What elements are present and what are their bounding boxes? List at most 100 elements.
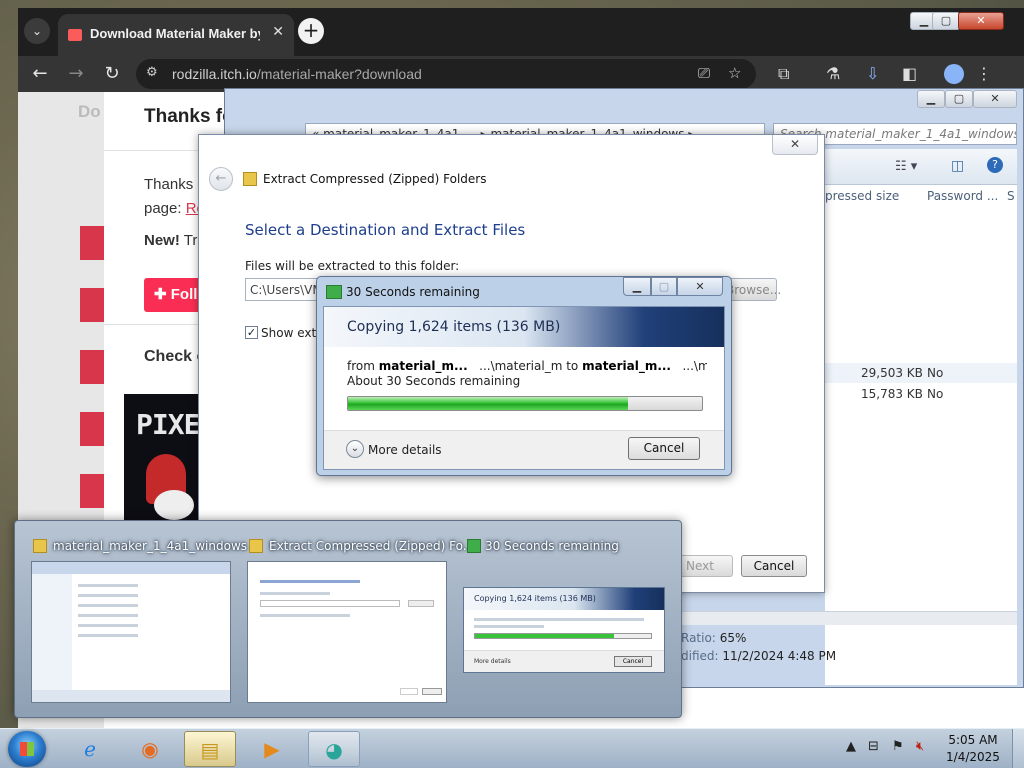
side-red-block bbox=[80, 288, 104, 322]
copy-close-button[interactable]: ✕ bbox=[677, 277, 723, 296]
copy-cancel-button[interactable]: Cancel bbox=[628, 437, 700, 460]
labs-flask-icon[interactable]: ⚗ bbox=[826, 64, 840, 83]
thumb-footer: More details Cancel bbox=[464, 650, 664, 672]
explorer-close-button[interactable]: ✕ bbox=[973, 90, 1017, 108]
thumb-row bbox=[78, 624, 138, 627]
view-options-icon[interactable]: ☷ ▾ bbox=[895, 159, 917, 174]
show-desktop-button[interactable] bbox=[1012, 729, 1024, 768]
copy-dialog-footer: ⌄ More details Cancel bbox=[324, 430, 724, 469]
side-red-block bbox=[80, 350, 104, 384]
copy-from-to: from material_m... ...\material_m to mat… bbox=[347, 359, 707, 373]
thumb-row bbox=[78, 594, 138, 597]
wizard-back-button[interactable]: ← bbox=[209, 167, 233, 191]
copy-thumbnail[interactable]: Copying 1,624 items (136 MB) More detail… bbox=[463, 587, 665, 673]
file-list bbox=[825, 185, 1017, 685]
help-icon[interactable]: ? bbox=[987, 157, 1003, 173]
side-red-block bbox=[80, 474, 104, 508]
media-player-icon[interactable]: ▶ bbox=[246, 731, 298, 767]
time-remaining: About 30 Seconds remaining bbox=[347, 374, 521, 388]
thumb-row bbox=[78, 604, 138, 607]
network-icon[interactable]: ⊟ bbox=[868, 739, 879, 754]
menu-dots-icon[interactable]: ⋮ bbox=[976, 64, 992, 83]
wizard-thumbnail[interactable] bbox=[247, 561, 447, 703]
thumb-next bbox=[400, 688, 418, 695]
internet-explorer-icon[interactable]: ℯ bbox=[64, 731, 116, 767]
tab-bar: ⌄ Download Material Maker by RodZilla ✕ … bbox=[18, 8, 1024, 56]
column-compressed-size[interactable]: pressed size bbox=[825, 189, 899, 203]
wizard-title: Extract Compressed (Zipped) Folders bbox=[263, 172, 487, 186]
wizard-close-button[interactable]: ✕ bbox=[772, 135, 818, 155]
install-app-icon[interactable]: ⎚ bbox=[698, 64, 710, 82]
more-details-toggle[interactable]: More details bbox=[368, 443, 442, 457]
maximize-button[interactable]: ▢ bbox=[932, 12, 960, 30]
check-out-heading: Check o bbox=[144, 348, 207, 365]
copy-dialog-icon bbox=[467, 539, 481, 553]
bookmark-star-icon[interactable]: ☆ bbox=[728, 64, 741, 82]
tab-search-button[interactable]: ⌄ bbox=[24, 18, 50, 44]
reload-button[interactable]: ↻ bbox=[100, 62, 124, 86]
start-button[interactable] bbox=[8, 731, 46, 767]
action-center-flag-icon[interactable]: ⚑ bbox=[892, 739, 904, 754]
thumb-checkbox bbox=[260, 614, 350, 617]
thumb-progress bbox=[474, 633, 652, 639]
thumb-cancel bbox=[422, 688, 442, 695]
column-password[interactable]: Password ... bbox=[927, 189, 998, 203]
file-row[interactable]: 29,503 KB No bbox=[825, 363, 1017, 383]
new-text: New! Tr bbox=[144, 232, 198, 249]
show-files-checkbox[interactable]: ✓ bbox=[245, 326, 258, 339]
copy-dialog-icon bbox=[326, 285, 342, 299]
horizontal-scrollbar[interactable] bbox=[681, 611, 1017, 625]
follow-button[interactable]: ✚ Follo bbox=[144, 278, 204, 312]
window-close-button[interactable]: ✕ bbox=[958, 12, 1004, 30]
thumbnail-title: material_maker_1_4a1_windows bbox=[53, 539, 248, 553]
site-info-icon[interactable]: ⚙ bbox=[146, 65, 158, 80]
copy-minimize-button[interactable]: ▁ bbox=[623, 277, 651, 296]
file-row[interactable]: 15,783 KB No bbox=[825, 384, 1017, 404]
column-size[interactable]: S bbox=[1007, 189, 1015, 203]
wizard-cancel-button[interactable]: Cancel bbox=[741, 555, 807, 577]
thumb-path bbox=[260, 600, 400, 607]
taskbar-thumbnail-preview: material_maker_1_4a1_windows Extract Com… bbox=[14, 520, 682, 718]
copy-progress-bar bbox=[347, 396, 703, 411]
preview-pane-icon[interactable]: ◫ bbox=[951, 158, 964, 174]
new-tab-button[interactable]: + bbox=[298, 18, 324, 44]
file-explorer-icon[interactable]: ▤ bbox=[184, 731, 236, 767]
back-button[interactable]: ← bbox=[28, 62, 52, 86]
browser-tab[interactable]: Download Material Maker by RodZilla ✕ bbox=[58, 14, 294, 56]
thumb-details bbox=[32, 690, 230, 702]
thumb-titlebar bbox=[32, 562, 230, 574]
copy-progress-fill bbox=[348, 397, 628, 410]
extensions-icon[interactable]: ⧉ bbox=[778, 64, 789, 84]
profile-avatar[interactable] bbox=[944, 64, 964, 84]
tab-close-icon[interactable]: ✕ bbox=[272, 24, 284, 40]
browser-toolbar: ← → ↻ ⚙ rodzilla.itch.io/material-maker?… bbox=[18, 56, 1024, 92]
thumb-cancel: Cancel bbox=[614, 656, 652, 667]
thumb-remaining bbox=[474, 625, 544, 628]
downloads-icon[interactable]: ⇩ bbox=[866, 64, 879, 83]
thumb-row bbox=[78, 584, 138, 587]
windows-taskbar: ℯ ◉ ▤ ▶ ◕ ▲ ⊟ ⚑ 🔇︎ 5:05 AM 1/4/2025 bbox=[0, 728, 1024, 768]
system-clock[interactable]: 5:05 AM 1/4/2025 bbox=[942, 732, 1004, 766]
chevron-down-icon[interactable]: ⌄ bbox=[346, 440, 364, 458]
thumb-more-details: More details bbox=[474, 658, 511, 665]
side-panel-icon[interactable]: ◧ bbox=[902, 64, 917, 83]
volume-muted-icon[interactable]: 🔇︎ bbox=[916, 739, 924, 754]
app-taskbar-icon[interactable]: ◕ bbox=[308, 731, 360, 767]
side-red-block bbox=[80, 412, 104, 446]
thumbnail-title: Extract Compressed (Zipped) Fo... bbox=[269, 539, 475, 553]
explorer-maximize-button[interactable]: ▢ bbox=[945, 90, 973, 108]
explorer-minimize-button[interactable]: ▁ bbox=[917, 90, 945, 108]
forward-button[interactable]: → bbox=[64, 62, 88, 86]
show-hidden-icons[interactable]: ▲ bbox=[846, 739, 856, 754]
tab-title: Download Material Maker by RodZilla bbox=[90, 26, 260, 41]
zip-folder-icon bbox=[243, 172, 257, 186]
clock-date: 1/4/2025 bbox=[946, 750, 1000, 764]
row-size: 15,783 KB bbox=[861, 387, 923, 401]
copy-heading: Copying 1,624 items (136 MB) bbox=[347, 319, 561, 335]
explorer-thumbnail[interactable] bbox=[31, 561, 231, 703]
thumb-nav-pane bbox=[32, 574, 72, 692]
copy-maximize-button[interactable]: ▢ bbox=[651, 277, 677, 296]
firefox-icon[interactable]: ◉ bbox=[124, 731, 176, 767]
thumb-label bbox=[260, 592, 330, 595]
address-bar[interactable]: ⚙ rodzilla.itch.io/material-maker?downlo… bbox=[136, 59, 756, 89]
